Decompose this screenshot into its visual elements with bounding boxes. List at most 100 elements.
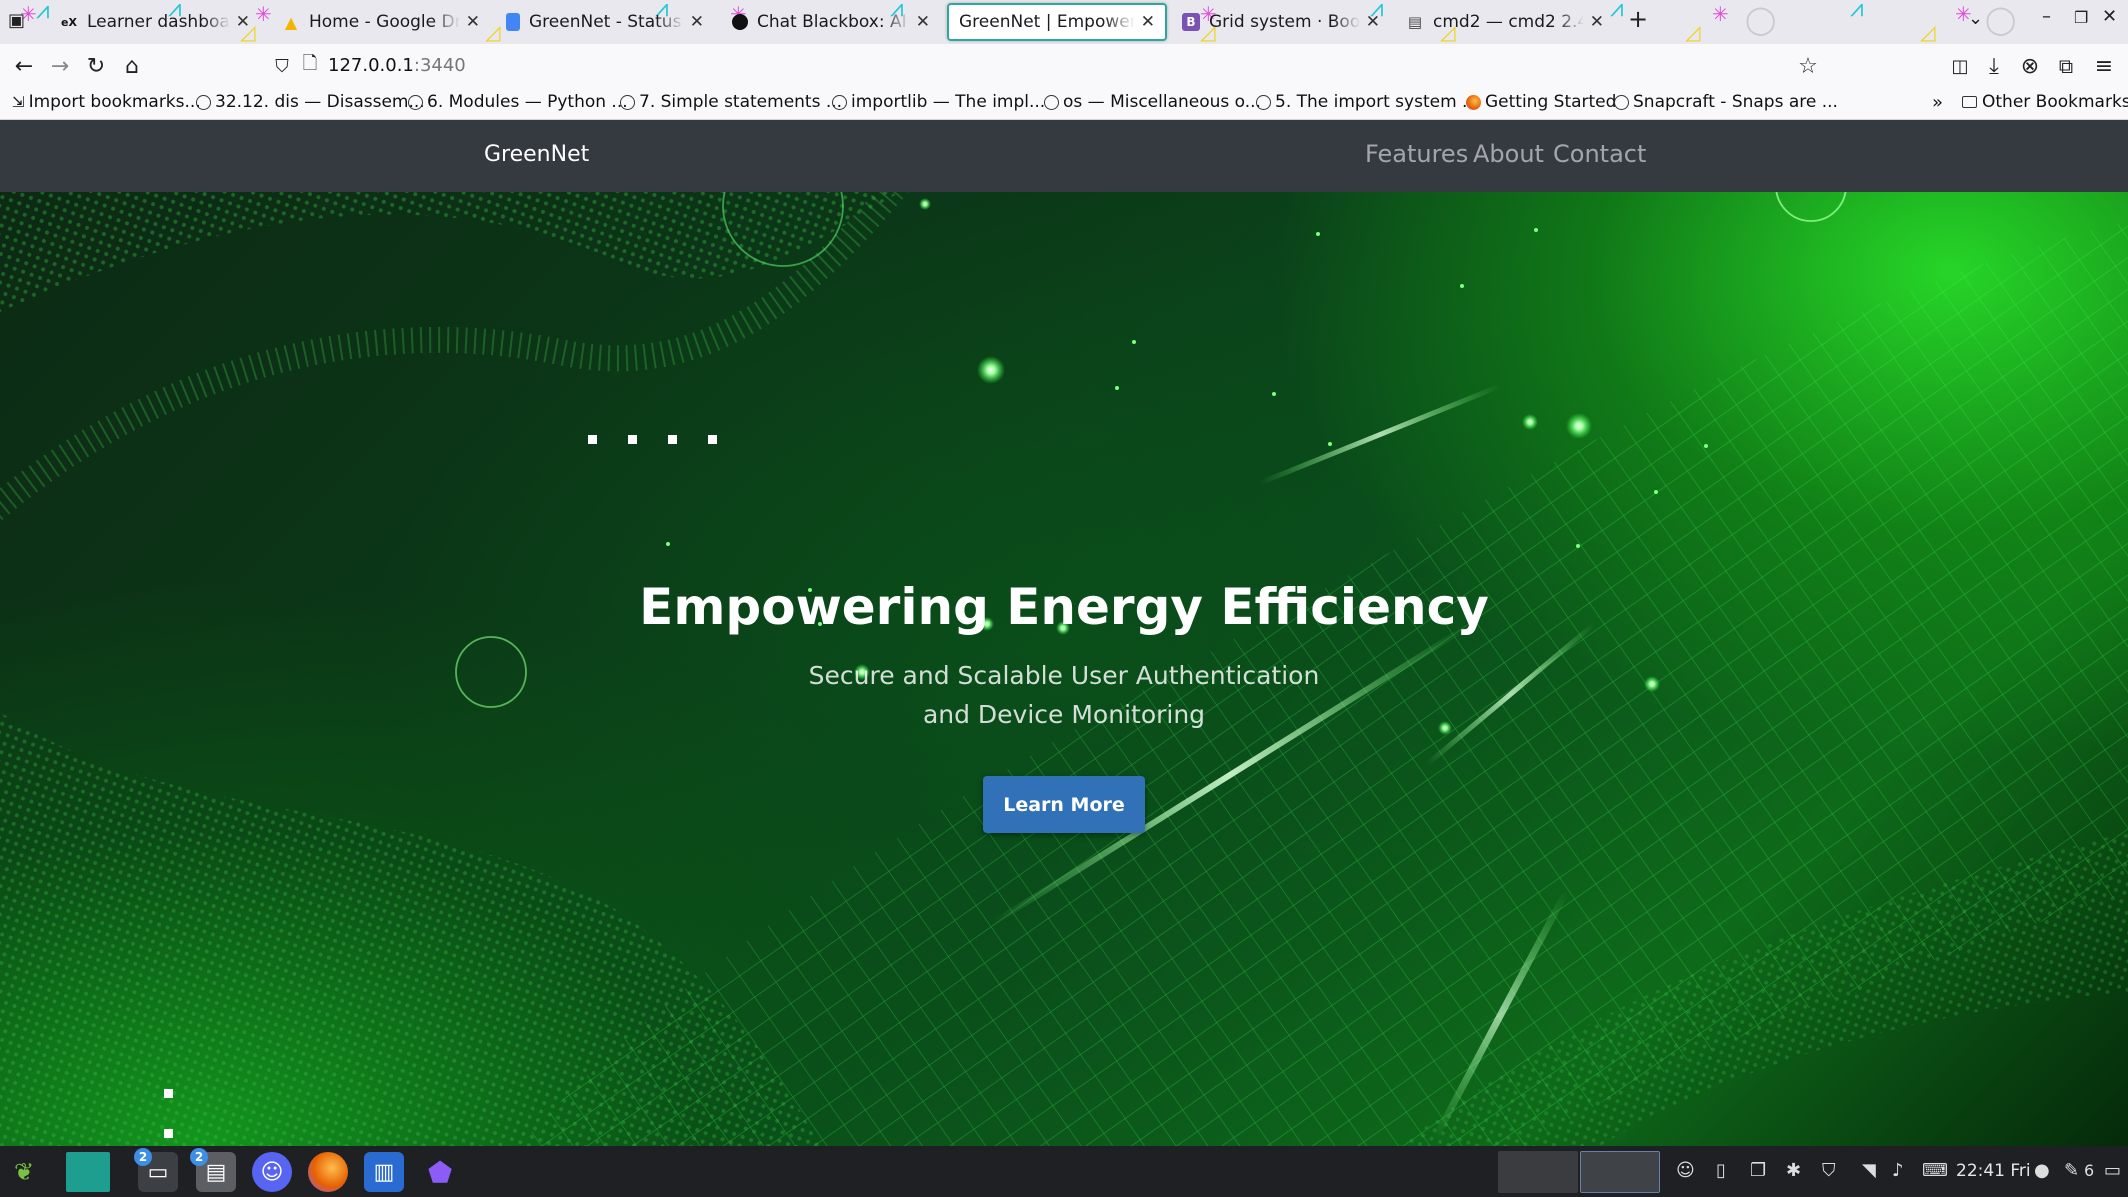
pocket-icon[interactable]: ◫	[1946, 52, 1974, 80]
close-icon[interactable]: ✕	[236, 12, 250, 32]
shield-icon[interactable]: ⛉	[268, 52, 296, 80]
bookmark-item[interactable]: 5. The import system ...	[1256, 92, 1478, 112]
notifications-icon[interactable]: ✎	[2064, 1160, 2079, 1181]
bookmark-item[interactable]: Snapcraft - Snaps are ...	[1614, 92, 1838, 112]
url-bar[interactable]: 127.0.0.1:3440	[328, 55, 466, 76]
close-icon[interactable]: ✕	[466, 12, 480, 32]
bookmark-item[interactable]: 32.12. dis — Disassem...	[196, 92, 425, 112]
bookmark-item[interactable]: 7. Simple statements ...	[620, 92, 842, 112]
theme-circle-icon: ◯	[1985, 3, 2017, 36]
browser-tab-strip: ⩘ ⩘ ⩘ ⩘ ⩘ ⩘ ⩘ ✳ ✳ ✳ ✳ ✳ ✳ ◿ ◿ ◿ ◿ ◿ ◿ ◯ …	[0, 0, 2128, 44]
theme-circle-icon: ◯	[1745, 3, 1777, 36]
carousel-indicator[interactable]	[668, 435, 677, 444]
nav-link-about[interactable]: About	[1473, 140, 1544, 168]
nav-link-features[interactable]: Features	[1365, 140, 1468, 168]
home-icon[interactable]: ⌂	[118, 52, 146, 80]
windows-tray-icon[interactable]: ❐	[1750, 1160, 1766, 1181]
bluetooth-icon[interactable]: ✱	[1786, 1160, 1801, 1181]
hero-subtitle-line: Secure and Scalable User Authentication	[808, 661, 1320, 690]
decorative-square	[164, 1129, 173, 1138]
tab-bootstrap-grid[interactable]: B Grid system · Bootstra ✕	[1172, 3, 1390, 41]
carousel-indicator[interactable]	[588, 435, 597, 444]
tab-list-chevron-icon[interactable]: ⌄	[1968, 8, 1983, 29]
import-icon: ⇲	[12, 93, 25, 111]
blackbox-favicon-icon	[732, 14, 748, 30]
notifications-count: 6	[2084, 1161, 2095, 1180]
clock[interactable]: 22:41 Fri	[1956, 1161, 2031, 1181]
editor-icon[interactable]: ▥	[364, 1152, 404, 1192]
bookmark-item[interactable]: os — Miscellaneous o...	[1044, 92, 1261, 112]
firefox-icon[interactable]	[308, 1152, 348, 1192]
wifi-icon[interactable]: ◥	[1862, 1160, 1876, 1181]
bookmark-item[interactable]: 6. Modules — Python ...	[408, 92, 628, 112]
url-port: :3440	[413, 55, 466, 76]
keyboard-icon[interactable]: ⌨	[1922, 1160, 1948, 1181]
theme-triangle-icon: ◿	[1685, 20, 1701, 44]
discord-tray-icon[interactable]: ☺	[1676, 1160, 1695, 1181]
globe-icon	[620, 94, 635, 110]
vpn-shield-icon[interactable]: ⛉	[1822, 1160, 1836, 1181]
theme-zigzag-icon: ⩘	[1850, 0, 1864, 22]
close-icon[interactable]: ✕	[1141, 12, 1155, 32]
tab-learner-dashboard[interactable]: eX Learner dashboard | L ✕	[50, 3, 260, 41]
obsidian-icon[interactable]: ⬟	[420, 1152, 460, 1192]
back-arrow-icon[interactable]: ←	[10, 52, 38, 80]
globe-icon	[1044, 94, 1059, 110]
tab-overview-icon[interactable]: ▣	[8, 10, 25, 31]
bookmarks-overflow-chevron-icon[interactable]: »	[1932, 92, 1943, 113]
forward-arrow-icon[interactable]: →	[46, 52, 74, 80]
download-icon[interactable]: ⤓	[1980, 52, 2008, 80]
discord-icon[interactable]: ☺	[252, 1152, 292, 1192]
menu-hamburger-icon[interactable]: ≡	[2090, 52, 2118, 80]
volume-icon[interactable]: ♪	[1892, 1160, 1904, 1181]
globe-icon	[1614, 94, 1629, 110]
browser-nav-bar: ← → ↻ ⌂ ⛉ 🗋 127.0.0.1:3440 ☆ ◫ ⤓ ⊗ ⧉ ≡	[0, 44, 2128, 86]
hero-subtitle-line: and Device Monitoring	[922, 700, 1206, 729]
close-icon[interactable]: ✕	[690, 12, 704, 32]
close-icon[interactable]: ✕	[916, 12, 930, 32]
extension-x-icon[interactable]: ⊗	[2016, 52, 2044, 80]
close-icon[interactable]: ✕	[1366, 12, 1380, 32]
workspace-2[interactable]	[1580, 1151, 1660, 1193]
tab-greennet-status[interactable]: GreenNet - Status Upd ✕	[496, 3, 714, 41]
carousel-indicator[interactable]	[628, 435, 637, 444]
start-menu-icon[interactable]: ❦	[4, 1152, 44, 1192]
clipboard-tray-icon[interactable]: ▯	[1716, 1160, 1726, 1181]
bookmarks-toolbar: ⇲ Import bookmarks... 32.12. dis — Disas…	[0, 86, 2128, 120]
bookmark-star-icon[interactable]: ☆	[1794, 52, 1822, 80]
page-info-icon[interactable]: 🗋	[296, 52, 324, 80]
minimize-window-button[interactable]: –	[2042, 6, 2051, 27]
decorative-square	[164, 1089, 173, 1098]
reload-icon[interactable]: ↻	[82, 52, 110, 80]
globe-icon	[832, 94, 847, 110]
restore-window-button[interactable]: ❐	[2074, 8, 2088, 27]
show-desktop-tray-icon[interactable]: ▭	[2104, 1160, 2121, 1181]
close-icon[interactable]: ✕	[1590, 12, 1604, 32]
nav-link-contact[interactable]: Contact	[1553, 140, 1646, 168]
site-brand[interactable]: GreenNet	[484, 142, 589, 167]
bookmark-item[interactable]: Getting Started	[1466, 92, 1616, 112]
carousel-indicator[interactable]	[708, 435, 717, 444]
globe-icon	[196, 94, 211, 110]
tab-cmd2-docs[interactable]: ▤ cmd2 — cmd2 2.4 doc ✕	[1396, 3, 1614, 41]
show-desktop-icon[interactable]	[66, 1152, 110, 1192]
theme-triangle-icon: ◿	[1920, 20, 1936, 44]
bootstrap-favicon-icon: B	[1182, 13, 1200, 31]
learn-more-button[interactable]: Learn More	[983, 776, 1145, 833]
close-window-button[interactable]: ✕	[2102, 6, 2117, 27]
new-tab-button[interactable]: +	[1628, 5, 1648, 33]
tab-greennet-empowering[interactable]: GreenNet | Empowering ✕	[947, 3, 1167, 41]
firefox-icon	[1466, 94, 1481, 110]
tab-google-drive[interactable]: ▲ Home - Google Drive ✕	[272, 3, 490, 41]
tab-chat-blackbox[interactable]: Chat Blackbox: AI Cod ✕	[722, 3, 940, 41]
user-icon[interactable]: ●	[2034, 1160, 2050, 1181]
theme-zigzag-icon: ⩘	[36, 0, 50, 24]
extensions-puzzle-icon[interactable]: ⧉	[2052, 52, 2080, 80]
workspace-1[interactable]	[1498, 1151, 1578, 1193]
url-host: 127.0.0.1	[328, 55, 414, 76]
bookmark-item[interactable]: ⇲ Import bookmarks...	[12, 92, 201, 112]
other-bookmarks-folder[interactable]: Other Bookmarks	[1962, 92, 2128, 112]
terminal-badge: 2	[134, 1148, 152, 1166]
bookmark-item[interactable]: importlib — The impl...	[832, 92, 1045, 112]
hero-section: Empowering Energy Efficiency Secure and …	[0, 192, 2128, 1146]
